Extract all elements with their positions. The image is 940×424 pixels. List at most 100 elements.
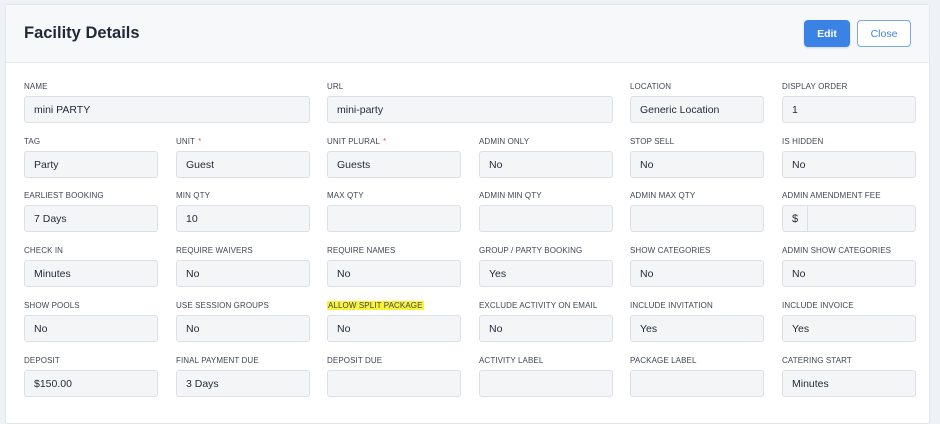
show-categories-label-text: SHOW CATEGORIES — [630, 246, 711, 255]
close-button[interactable]: Close — [857, 20, 911, 47]
allow-split-package-label-text: ALLOW SPLIT PACKAGE — [327, 301, 424, 310]
include-invoice-label-text: INCLUDE INVOICE — [782, 301, 854, 310]
include-invoice-field[interactable]: Yes — [782, 315, 916, 342]
allow-split-package-label: ALLOW SPLIT PACKAGE — [327, 301, 424, 310]
name-label-text: NAME — [24, 82, 48, 91]
require-waivers-field[interactable]: No — [176, 260, 310, 287]
catering-start-label-text: CATERING START — [782, 356, 852, 365]
unit-plural-field[interactable]: Guests — [327, 151, 461, 178]
unit-plural-label-text: UNIT PLURAL — [327, 137, 380, 146]
package-label-label-text: PACKAGE LABEL — [630, 356, 697, 365]
show-pools-label: SHOW POOLS — [24, 301, 80, 310]
show-categories-value: No — [640, 267, 654, 280]
stop-sell-label: STOP SELL — [630, 137, 674, 146]
stop-sell-label-text: STOP SELL — [630, 137, 675, 146]
earliest-booking-field[interactable]: 7 Days — [24, 205, 158, 232]
tag-value: Party — [34, 158, 59, 171]
admin-only-label-text: ADMIN ONLY — [479, 137, 530, 146]
require-names-label: REQUIRE NAMES — [327, 246, 395, 255]
final-payment-due-label-text: FINAL PAYMENT DUE — [176, 356, 259, 365]
show-categories-label: SHOW CATEGORIES — [630, 246, 710, 255]
include-invitation-value: Yes — [640, 322, 658, 335]
admin-max-qty-field[interactable] — [630, 205, 764, 232]
admin-only-field[interactable]: No — [479, 151, 613, 178]
show-categories-field[interactable]: No — [630, 260, 764, 287]
catering-start-value: Minutes — [792, 377, 829, 390]
location-label: LOCATION — [630, 82, 671, 91]
admin-show-categories-label: ADMIN SHOW CATEGORIES — [782, 246, 891, 255]
earliest-booking-label: EARLIEST BOOKING — [24, 191, 104, 200]
admin-amendment-fee-field[interactable]: $ — [782, 205, 916, 232]
deposit-value: $150.00 — [34, 377, 72, 390]
unit-field[interactable]: Guest — [176, 151, 310, 178]
display-order-label: DISPLAY ORDER — [782, 82, 847, 91]
require-waivers-label-text: REQUIRE WAIVERS — [176, 246, 253, 255]
exclude-activity-on-email-field[interactable]: No — [479, 315, 613, 342]
location-label-text: LOCATION — [630, 82, 672, 91]
name-value: mini PARTY — [34, 103, 91, 116]
deposit-due-label: DEPOSIT DUE — [327, 356, 382, 365]
include-invitation-field[interactable]: Yes — [630, 315, 764, 342]
require-waivers-label: REQUIRE WAIVERS — [176, 246, 253, 255]
min-qty-field[interactable]: 10 — [176, 205, 310, 232]
display-order-field[interactable]: 1 — [782, 96, 916, 123]
deposit-due-field[interactable] — [327, 370, 461, 397]
group-party-booking-value: Yes — [489, 267, 507, 280]
admin-only-value: No — [489, 158, 503, 171]
check-in-label-text: CHECK IN — [24, 246, 64, 255]
url-field[interactable]: mini-party — [327, 96, 613, 123]
max-qty-field[interactable] — [327, 205, 461, 232]
exclude-activity-on-email-label: EXCLUDE ACTIVITY ON EMAIL — [479, 301, 597, 310]
display-order-label-text: DISPLAY ORDER — [782, 82, 848, 91]
earliest-booking-value: 7 Days — [34, 212, 67, 225]
min-qty-label-text: MIN QTY — [176, 191, 211, 200]
url-value: mini-party — [337, 103, 384, 116]
edit-button[interactable]: Edit — [804, 20, 850, 47]
display-order-value: 1 — [792, 103, 798, 116]
include-invitation-label-text: INCLUDE INVITATION — [630, 301, 713, 310]
stop-sell-field[interactable]: No — [630, 151, 764, 178]
admin-min-qty-field[interactable] — [479, 205, 613, 232]
is-hidden-field[interactable]: No — [782, 151, 916, 178]
card-header: Facility Details Edit Close — [6, 5, 929, 63]
include-invitation-label: INCLUDE INVITATION — [630, 301, 713, 310]
earliest-booking-label-text: EARLIEST BOOKING — [24, 191, 104, 200]
unit-label: UNIT * — [176, 137, 201, 146]
check-in-field[interactable]: Minutes — [24, 260, 158, 287]
max-qty-label-text: MAX QTY — [327, 191, 364, 200]
exclude-activity-on-email-value: No — [489, 322, 503, 335]
exclude-activity-on-email-label-text: EXCLUDE ACTIVITY ON EMAIL — [479, 301, 598, 310]
group-party-booking-label: GROUP / PARTY BOOKING — [479, 246, 582, 255]
use-session-groups-label-text: USE SESSION GROUPS — [176, 301, 269, 310]
activity-label-field[interactable] — [479, 370, 613, 397]
admin-max-qty-label: ADMIN MAX QTY — [630, 191, 695, 200]
currency-prefix: $ — [783, 206, 808, 231]
unit-value: Guest — [186, 158, 215, 171]
use-session-groups-field[interactable]: No — [176, 315, 310, 342]
show-pools-field[interactable]: No — [24, 315, 158, 342]
allow-split-package-field[interactable]: No — [327, 315, 461, 342]
check-in-value: Minutes — [34, 267, 71, 280]
min-qty-label: MIN QTY — [176, 191, 210, 200]
deposit-due-label-text: DEPOSIT DUE — [327, 356, 383, 365]
admin-show-categories-field[interactable]: No — [782, 260, 916, 287]
final-payment-due-field[interactable]: 3 Days — [176, 370, 310, 397]
include-invoice-value: Yes — [792, 322, 810, 335]
use-session-groups-value: No — [186, 322, 200, 335]
facility-details-card: Facility Details Edit Close NAME mini PAR… — [5, 4, 930, 424]
require-names-field[interactable]: No — [327, 260, 461, 287]
name-field[interactable]: mini PARTY — [24, 96, 310, 123]
tag-label: TAG — [24, 137, 40, 146]
url-label: URL — [327, 82, 343, 91]
tag-field[interactable]: Party — [24, 151, 158, 178]
catering-start-field[interactable]: Minutes — [782, 370, 916, 397]
url-label-text: URL — [327, 82, 344, 91]
deposit-field[interactable]: $150.00 — [24, 370, 158, 397]
unit-label-text: UNIT — [176, 137, 196, 146]
required-asterisk: * — [198, 137, 202, 146]
package-label-field[interactable] — [630, 370, 764, 397]
group-party-booking-field[interactable]: Yes — [479, 260, 613, 287]
activity-label-label: ACTIVITY LABEL — [479, 356, 543, 365]
location-field[interactable]: Generic Location — [630, 96, 764, 123]
page-title: Facility Details — [24, 24, 140, 42]
